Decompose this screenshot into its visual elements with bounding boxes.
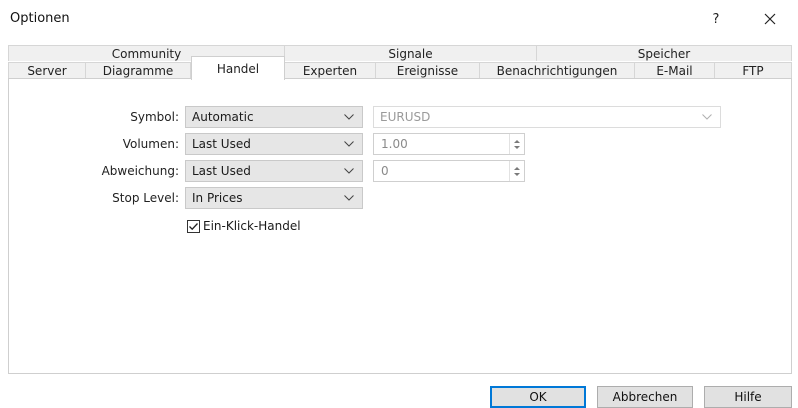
symbol-label: Symbol: [130,110,179,124]
symbol-select[interactable]: EURUSD [373,106,721,128]
chevron-down-icon [344,195,354,201]
checkmark-icon [189,222,198,230]
tab-ereignisse[interactable]: Ereignisse [376,62,480,78]
tab-row-lower: Server Diagramme Handel Experten Ereigni… [8,56,792,80]
tab-speicher[interactable]: Speicher [537,45,792,61]
chevron-down-icon [344,168,354,174]
symbol-mode-select[interactable]: Automatic [185,106,363,128]
chevron-down-icon [344,114,354,120]
deviation-value: 0 [381,164,389,178]
volume-value: 1.00 [381,137,408,151]
stop-level-value: In Prices [192,191,243,205]
deviation-mode-value: Last Used [192,164,251,178]
chevron-down-icon [702,114,712,120]
spin-down-icon[interactable] [514,172,520,176]
tab-benachrichtigungen[interactable]: Benachrichtigungen [480,62,635,78]
chevron-down-icon [344,141,354,147]
tab-ftp[interactable]: FTP [715,62,792,78]
spin-down-icon[interactable] [514,145,520,149]
one-click-trading-checkbox[interactable]: Ein-Klick-Handel [187,219,301,233]
spin-buttons[interactable] [509,134,524,154]
dialog-title: Optionen [10,11,70,26]
volume-mode-value: Last Used [192,137,251,151]
close-button[interactable] [756,6,784,32]
volume-label: Volumen: [122,137,179,151]
help-button[interactable]: ? [702,6,730,32]
symbol-value: EURUSD [380,110,431,124]
one-click-trading-label: Ein-Klick-Handel [203,219,301,233]
tab-row-upper: Community Signale Speicher [8,45,792,61]
deviation-label: Abweichung: [101,164,179,178]
tab-experten[interactable]: Experten [285,62,376,78]
tab-handel[interactable]: Handel [191,56,285,80]
tab-signale[interactable]: Signale [285,45,537,61]
deviation-stepper[interactable]: 0 [373,160,525,182]
symbol-mode-value: Automatic [192,110,254,124]
volume-mode-select[interactable]: Last Used [185,133,363,155]
tab-diagramme[interactable]: Diagramme [86,62,191,78]
deviation-mode-select[interactable]: Last Used [185,160,363,182]
spin-buttons[interactable] [509,161,524,181]
volume-stepper[interactable]: 1.00 [373,133,525,155]
close-icon [764,13,776,25]
tab-server[interactable]: Server [8,62,86,78]
stop-level-select[interactable]: In Prices [185,187,363,209]
stop-level-label: Stop Level: [112,191,179,205]
spin-up-icon[interactable] [514,139,520,143]
spin-up-icon[interactable] [514,166,520,170]
tab-email[interactable]: E-Mail [635,62,715,78]
checkbox-box[interactable] [187,219,200,233]
